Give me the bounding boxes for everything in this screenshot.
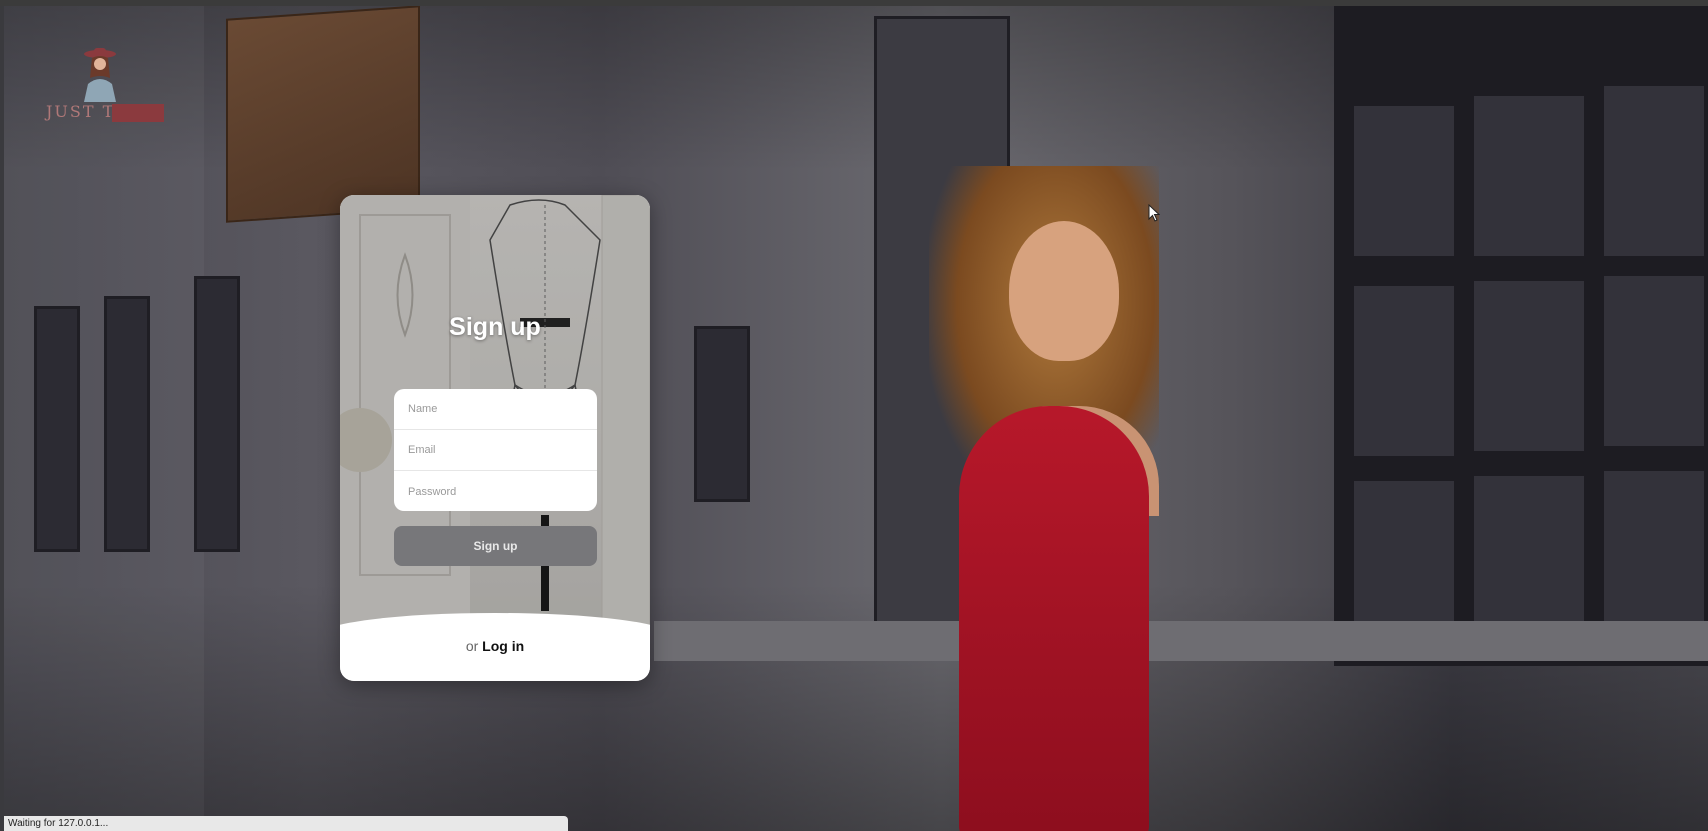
chalkboard-sign <box>694 326 750 502</box>
background-photo <box>4 6 1708 831</box>
facade-window <box>104 296 150 552</box>
brand-logo[interactable]: JUST T <box>44 44 164 128</box>
or-text: or <box>465 638 479 654</box>
signup-card: Sign up Sign up or Log in <box>340 195 650 681</box>
signup-form <box>394 389 597 511</box>
shop-window <box>1334 6 1708 666</box>
facade-window <box>34 306 80 552</box>
login-link[interactable]: Log in <box>482 638 524 654</box>
shop-sign <box>226 6 420 223</box>
logo-redaction <box>112 104 164 122</box>
signup-title: Sign up <box>449 313 541 341</box>
window-ledge <box>654 621 1708 661</box>
signup-button[interactable]: Sign up <box>394 526 597 566</box>
girl-with-hat-logo-icon <box>84 48 116 102</box>
login-prompt: or Log in <box>340 638 650 654</box>
mouse-pointer-icon <box>1148 204 1160 222</box>
logo-text: JUST T <box>46 102 116 121</box>
name-input[interactable] <box>394 389 597 430</box>
model-red-dress <box>959 406 1149 831</box>
facade-window <box>194 276 240 552</box>
password-input[interactable] <box>394 471 597 511</box>
email-input[interactable] <box>394 430 597 471</box>
browser-status-bar: Waiting for 127.0.0.1... <box>4 816 568 831</box>
model-face <box>1009 221 1119 361</box>
